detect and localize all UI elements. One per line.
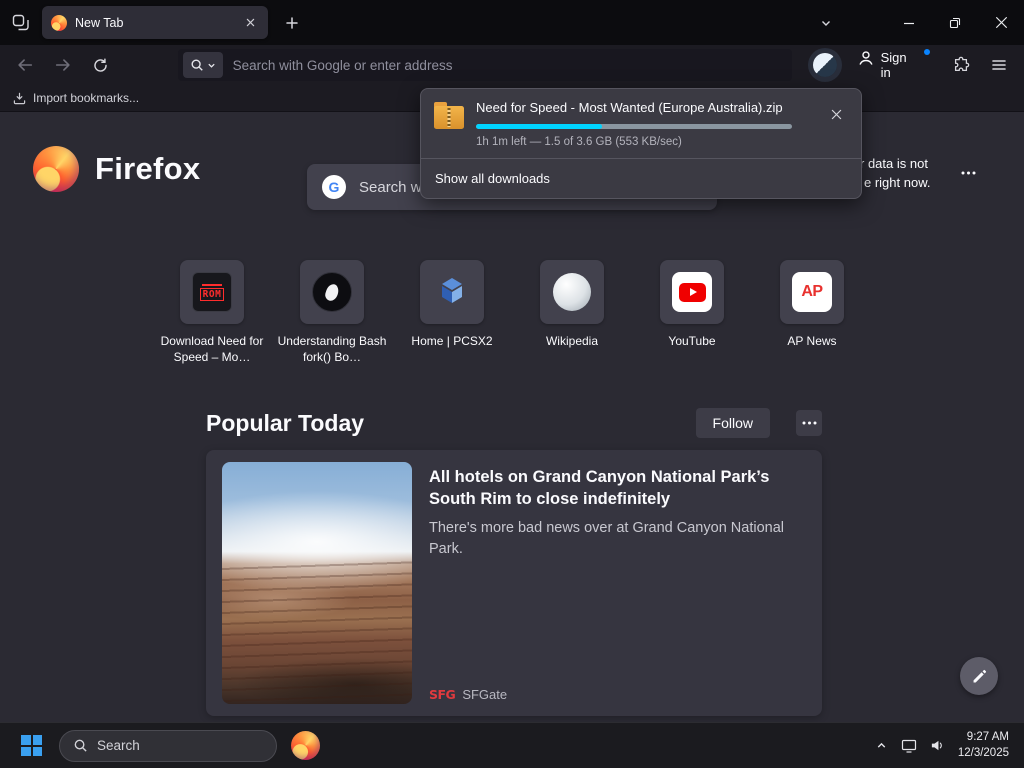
widget-more-button[interactable] [954, 162, 982, 184]
edit-page-button[interactable] [960, 657, 998, 695]
shortcut-ap-news[interactable]: AP AP News [757, 260, 867, 366]
bash-article-icon [312, 272, 352, 312]
minimize-button[interactable] [886, 0, 932, 45]
shortcut-label: AP News [787, 334, 837, 348]
ap-news-icon: AP [801, 283, 823, 300]
account-icon [858, 51, 873, 65]
show-all-downloads-button[interactable]: Show all downloads [421, 158, 861, 198]
import-bookmarks-button[interactable]: Import bookmarks... [33, 91, 139, 105]
tab-title: New Tab [75, 15, 124, 30]
follow-button[interactable]: Follow [695, 408, 770, 438]
article-source: SFG SFGate [429, 687, 507, 702]
source-name: SFGate [462, 687, 508, 702]
firefox-logo [33, 146, 79, 192]
download-status: 1h 1m left — 1.5 of 3.6 GB (553 KB/sec) [476, 136, 682, 148]
import-bookmarks-icon [13, 92, 26, 105]
tab-strip: New Tab [0, 0, 1024, 45]
back-icon[interactable] [10, 50, 40, 80]
shortcut-wikipedia[interactable]: Wikipedia [517, 260, 627, 366]
taskbar-search-box[interactable]: Search [59, 729, 277, 762]
popular-today-header: Popular Today Follow [206, 408, 822, 438]
tab-close-icon[interactable] [241, 14, 259, 32]
search-engine-chip[interactable] [182, 52, 223, 78]
pcsx2-icon [442, 278, 462, 303]
firefox-view-icon[interactable] [8, 10, 34, 36]
menu-icon[interactable] [984, 50, 1014, 80]
sfgate-logo: SFG [429, 687, 456, 702]
close-download-icon[interactable] [824, 102, 848, 126]
firefox-brand: Firefox [33, 146, 200, 192]
half-circle-theme-icon [812, 53, 837, 77]
volume-icon[interactable] [930, 738, 945, 753]
shortcut-youtube[interactable]: YouTube [637, 260, 747, 366]
close-window-button[interactable] [978, 0, 1024, 45]
display-icon[interactable] [901, 738, 917, 754]
article-title[interactable]: All hotels on Grand Canyon National Park… [429, 466, 797, 511]
taskbar-firefox-icon[interactable] [291, 731, 320, 760]
shortcut-label: Download Need for Speed – Mo… [160, 334, 264, 364]
extensions-icon[interactable] [946, 50, 976, 80]
sign-in-button[interactable]: Sign in [850, 43, 939, 87]
shortcut-label: Home | PCSX2 [411, 334, 493, 348]
clock-time: 9:27 AM [966, 730, 1009, 743]
weather-widget-text-line1: r data is not [860, 156, 928, 171]
shortcut-label: YouTube [668, 334, 716, 348]
firefox-favicon [51, 14, 67, 31]
new-tab-page: Firefox G Search w r data is not e right… [0, 112, 1024, 722]
reload-icon[interactable] [86, 50, 116, 80]
dark-theme-extension-button[interactable] [808, 48, 842, 82]
url-input[interactable]: Search with Google or enter address [233, 58, 453, 73]
grand-canyon-photo [222, 462, 412, 704]
taskbar-search-label: Search [97, 738, 140, 753]
download-progress-bar [476, 124, 792, 129]
download-progress-fill [476, 124, 603, 129]
navigation-toolbar: Search with Google or enter address Sign… [0, 45, 1024, 85]
window-controls [886, 0, 1024, 45]
google-logo: G [322, 175, 346, 199]
weather-widget-text-line2: e right now. [864, 175, 931, 190]
windows-start-icon[interactable] [21, 735, 42, 756]
wikipedia-globe-icon [553, 273, 591, 311]
chevron-down-icon [207, 63, 215, 68]
download-item[interactable]: Need for Speed - Most Wanted (Europe Aus… [421, 89, 861, 158]
new-tab-button[interactable] [279, 10, 305, 36]
download-filename: Need for Speed - Most Wanted (Europe Aus… [476, 100, 783, 115]
rom-site-icon: ROM [192, 272, 232, 312]
pencil-icon [973, 669, 986, 682]
windows-taskbar: Search 9:27 AM 12/3/2025 [0, 722, 1024, 768]
shortcut-label: Wikipedia [545, 334, 599, 348]
firefox-wordmark: Firefox [95, 151, 201, 186]
list-all-tabs-button[interactable] [813, 10, 839, 36]
youtube-icon [678, 282, 706, 302]
more-icon [802, 421, 816, 425]
screen: New Tab Search with Google or enter addr… [0, 0, 1024, 768]
sign-in-label: Sign in [880, 50, 907, 80]
taskbar-clock[interactable]: 9:27 AM 12/3/2025 [958, 730, 1009, 761]
restore-button[interactable] [932, 0, 978, 45]
search-icon [191, 59, 203, 71]
article-description: There's more bad news over at Grand Cany… [429, 520, 784, 557]
search-icon [74, 739, 87, 752]
shortcut-label: Understanding Bash fork() Bo… [277, 334, 387, 364]
downloads-panel: Need for Speed - Most Wanted (Europe Aus… [420, 88, 862, 199]
shortcut-nfs-rom[interactable]: ROM Download Need for Speed – Mo… [157, 260, 267, 366]
clock-date: 12/3/2025 [957, 746, 1009, 759]
news-card[interactable]: All hotels on Grand Canyon National Park… [206, 450, 822, 716]
section-more-button[interactable] [796, 410, 822, 436]
shortcut-pcsx2[interactable]: Home | PCSX2 [397, 260, 507, 366]
shortcut-bash-fork[interactable]: Understanding Bash fork() Bo… [277, 260, 387, 366]
notification-dot [924, 49, 931, 55]
system-tray: 9:27 AM 12/3/2025 [875, 730, 1024, 761]
shortcuts-row: ROM Download Need for Speed – Mo… Unders… [0, 260, 1024, 366]
zip-folder-icon [434, 102, 464, 129]
section-heading: Popular Today [206, 409, 365, 436]
more-icon [961, 171, 975, 175]
forward-icon[interactable] [48, 50, 78, 80]
url-bar[interactable]: Search with Google or enter address [177, 49, 792, 81]
tray-chevron-up-icon[interactable] [875, 739, 888, 752]
tab-new-tab[interactable]: New Tab [42, 6, 268, 39]
page-search-input[interactable]: Search w [359, 179, 422, 196]
